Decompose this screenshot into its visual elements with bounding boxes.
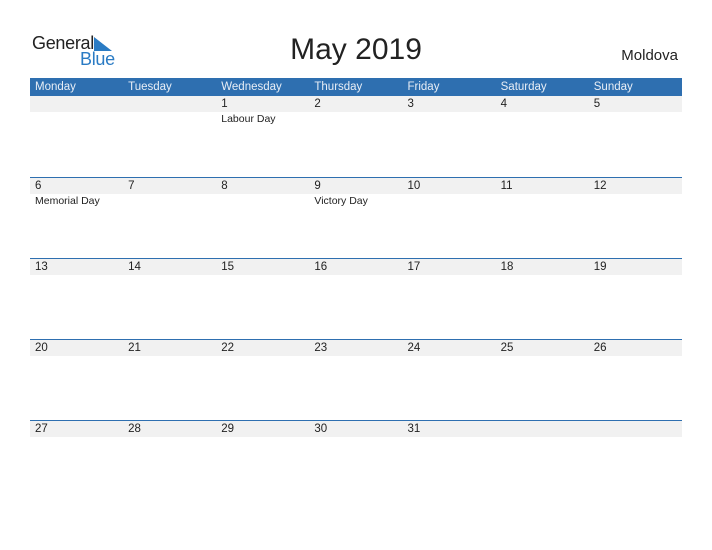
- week-row: 27 28 29 30 31: [30, 420, 682, 501]
- day-number: [123, 96, 216, 112]
- date-band: 13 14 15 16 17 18 19: [30, 258, 682, 275]
- holiday-label: [496, 112, 589, 127]
- day-number: 24: [407, 342, 421, 354]
- day-number: 8: [221, 180, 228, 192]
- holiday-label: [309, 112, 402, 127]
- day-number: 3: [407, 98, 414, 110]
- week-row: 6 7 8 9 10 11 12 Memorial Day Victory Day: [30, 177, 682, 258]
- weekday-monday: Monday: [35, 81, 76, 93]
- day-number: [496, 421, 589, 437]
- holiday-label: [589, 194, 682, 209]
- day-number: 28: [128, 423, 141, 435]
- day-number: 17: [407, 261, 421, 273]
- date-band: 6 7 8 9 10 11 12: [30, 177, 682, 194]
- day-number: 26: [593, 342, 607, 354]
- holiday-label: [30, 112, 123, 127]
- holiday-label: [123, 194, 216, 209]
- date-band: 27 28 29 30 31: [30, 420, 682, 437]
- holiday-label: [216, 194, 309, 209]
- day-number: 31: [407, 423, 421, 435]
- weekday-tuesday: Tuesday: [128, 81, 172, 93]
- day-number: 23: [314, 342, 328, 354]
- day-number: 27: [35, 423, 48, 435]
- day-number: 30: [314, 423, 328, 435]
- day-number: 12: [593, 180, 607, 192]
- day-number: 19: [593, 261, 607, 273]
- day-number: [30, 96, 123, 112]
- day-number: 21: [128, 342, 141, 354]
- day-number: 14: [128, 261, 141, 273]
- day-number: 18: [500, 261, 514, 273]
- day-number: [589, 421, 682, 437]
- holiday-band: Labour Day: [30, 112, 682, 127]
- holiday-label: Labour Day: [221, 113, 276, 125]
- day-number: 15: [221, 261, 235, 273]
- calendar-title: May 2019: [290, 33, 422, 66]
- day-number: 25: [500, 342, 514, 354]
- day-number: 9: [314, 180, 321, 192]
- weekday-thursday: Thursday: [314, 81, 363, 93]
- day-number: 4: [500, 98, 508, 110]
- weekday-friday: Friday: [407, 81, 440, 93]
- holiday-label: [403, 194, 496, 209]
- date-band: 20 21 22 23 24 25 26: [30, 339, 682, 356]
- holiday-label: [496, 194, 589, 209]
- day-number: 10: [407, 180, 421, 192]
- weekday-saturday: Saturday: [500, 81, 547, 93]
- week-row: 1 2 3 4 5 Labour Day: [30, 96, 682, 177]
- holiday-label: Victory Day: [314, 195, 368, 207]
- holiday-label: Memorial Day: [35, 195, 100, 207]
- day-number: 29: [221, 423, 235, 435]
- day-number: 5: [593, 98, 601, 110]
- day-number: 2: [314, 98, 321, 110]
- day-number: 13: [35, 261, 48, 273]
- weekday-header: Monday Tuesday Wednesday Thursday Friday…: [30, 78, 682, 96]
- holiday-label: [123, 112, 216, 127]
- calendar-grid: Monday Tuesday Wednesday Thursday Friday…: [30, 78, 682, 501]
- weekday-wednesday: Wednesday: [221, 81, 282, 93]
- day-number: 7: [128, 180, 135, 192]
- day-number: 11: [500, 180, 513, 192]
- holiday-band: Memorial Day Victory Day: [30, 194, 682, 209]
- date-band: 1 2 3 4 5: [30, 96, 682, 112]
- holiday-label: [589, 112, 682, 127]
- weekday-sunday: Sunday: [593, 81, 633, 93]
- day-number: 22: [221, 342, 235, 354]
- day-number: 6: [35, 180, 42, 192]
- day-number: 1: [221, 98, 228, 110]
- day-number: 16: [314, 261, 328, 273]
- week-row: 20 21 22 23 24 25 26: [30, 339, 682, 420]
- country-label: Moldova: [621, 47, 678, 64]
- holiday-label: [403, 112, 496, 127]
- week-row: 13 14 15 16 17 18 19: [30, 258, 682, 339]
- day-number: 20: [35, 342, 48, 354]
